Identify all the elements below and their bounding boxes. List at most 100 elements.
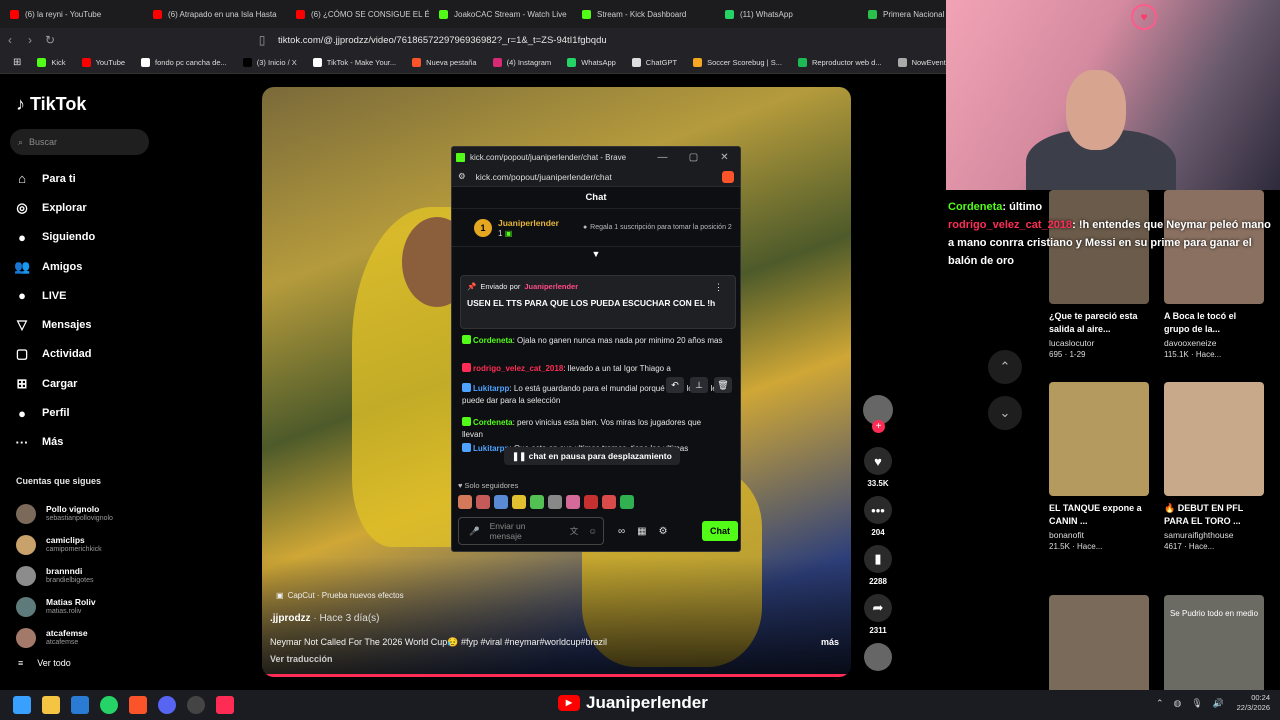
- browser-tab[interactable]: (6) ¿CÓMO SE CONSIGUE EL É: [286, 0, 429, 28]
- save-action[interactable]: ▮ 2288: [862, 545, 894, 586]
- emoji-icon[interactable]: ☺: [588, 526, 597, 536]
- nav-item-cargar[interactable]: ⊞ Cargar: [14, 369, 254, 398]
- nav-item-actividad[interactable]: ▢ Actividad: [14, 340, 254, 369]
- chat-paused-banner[interactable]: ❚❚ chat en pausa para desplazamiento: [504, 447, 680, 465]
- nav-item-siguiendo[interactable]: ● Siguiendo: [14, 223, 254, 252]
- recommended-user[interactable]: lucaslocutor: [1049, 338, 1149, 348]
- bookmark-item[interactable]: Nueva pestaña: [405, 58, 483, 67]
- translate-icon[interactable]: 文: [570, 525, 579, 537]
- emote-icon[interactable]: [530, 495, 544, 509]
- video-author[interactable]: .jjprodzz · Hace 3 día(s): [270, 613, 379, 624]
- clock[interactable]: 00:24 22/3/2026: [1237, 693, 1270, 713]
- apps-icon[interactable]: ⊞: [6, 57, 28, 68]
- tiktok-logo[interactable]: ♪ TikTok: [16, 94, 86, 115]
- browser-tab[interactable]: (6) la reyni - YouTube: [0, 0, 143, 28]
- delete-icon[interactable]: 🗑: [714, 377, 732, 393]
- volume-icon[interactable]: 🔊: [1213, 698, 1224, 709]
- recommended-user[interactable]: davooxeneize: [1164, 338, 1264, 348]
- emote-icon[interactable]: [584, 495, 598, 509]
- tray-arrow-icon[interactable]: ⌃: [1156, 698, 1164, 709]
- reload-icon[interactable]: ↻: [40, 33, 60, 47]
- bookmark-item[interactable]: (3) Inicio / X: [236, 58, 304, 67]
- emote-icon[interactable]: [458, 495, 472, 509]
- browser-tab[interactable]: Stream - Kick Dashboard: [572, 0, 715, 28]
- video-thumbnail[interactable]: [1164, 382, 1264, 496]
- nav-item-amigos[interactable]: 👥 Amigos: [14, 252, 254, 281]
- share-action[interactable]: ➦ 2311: [862, 594, 894, 635]
- browser-tab[interactable]: Primera Nacional -: [858, 0, 946, 28]
- nav-item-para-ti[interactable]: ⌂ Para ti: [14, 164, 254, 193]
- mic-tray-icon[interactable]: 🎙: [1191, 698, 1202, 709]
- pin-message-icon[interactable]: ⊥: [690, 377, 708, 393]
- settings-icon[interactable]: ⚙: [659, 526, 668, 537]
- following-item[interactable]: brannndi brandielbigotes: [16, 560, 246, 591]
- video-thumbnail[interactable]: [1049, 382, 1149, 496]
- send-chat-button[interactable]: Chat: [702, 521, 738, 541]
- infinity-icon[interactable]: ∞: [618, 526, 625, 537]
- emote-icon[interactable]: [602, 495, 616, 509]
- brave-shield-icon[interactable]: [722, 170, 734, 183]
- store-icon[interactable]: ▦: [637, 526, 646, 537]
- tiktok-app-icon[interactable]: [216, 696, 234, 714]
- reply-icon[interactable]: ↶: [666, 377, 684, 393]
- back-icon[interactable]: ‹: [0, 33, 20, 47]
- recommended-video[interactable]: 🔥 DEBUT EN PFL PARA EL TORO ... samuraifi…: [1164, 382, 1264, 551]
- close-icon[interactable]: ✕: [709, 152, 740, 163]
- popup-url[interactable]: kick.com/popout/juaniperlender/chat: [476, 172, 612, 182]
- bookmark-item[interactable]: NowEvents - G: [891, 58, 946, 67]
- creator-avatar[interactable]: +: [863, 395, 893, 433]
- bookmark-item[interactable]: Reproductor web d...: [791, 58, 889, 67]
- sound-disc[interactable]: [864, 643, 892, 671]
- bookmark-item[interactable]: Soccer Scorebug | S...: [686, 58, 789, 67]
- recommended-user[interactable]: bonanofit: [1049, 530, 1149, 540]
- search-input[interactable]: ⌕ Buscar: [10, 129, 149, 155]
- nav-item-mensajes[interactable]: ▽ Mensajes: [14, 310, 254, 339]
- nav-item-perfil[interactable]: ● Perfil: [14, 398, 254, 427]
- maximize-icon[interactable]: ▢: [678, 152, 709, 163]
- site-info-icon[interactable]: ⚙: [458, 171, 466, 182]
- prev-video-icon[interactable]: ⌃: [988, 350, 1022, 384]
- discord-icon[interactable]: [158, 696, 176, 714]
- leader-name[interactable]: Juaniperlender: [498, 218, 559, 229]
- gift-prompt[interactable]: ● Regala 1 suscripción para tomar la posi…: [583, 223, 733, 232]
- following-item[interactable]: Matias Roliv matias.roliv: [16, 591, 246, 622]
- following-item[interactable]: camiclips camipomerichkick: [16, 529, 246, 560]
- app-icon[interactable]: [71, 696, 89, 714]
- save-icon[interactable]: ▮: [864, 545, 892, 573]
- nav-item-live[interactable]: ● LIVE: [14, 281, 254, 310]
- nav-item-más[interactable]: ··· Más: [14, 428, 254, 457]
- capcut-badge[interactable]: ▣ CapCut · Prueba nuevos efectos: [276, 591, 404, 600]
- chat-username[interactable]: Cordeneta: [473, 418, 513, 427]
- bookmark-item[interactable]: ChatGPT: [625, 58, 684, 67]
- share-icon[interactable]: ➦: [864, 594, 892, 622]
- bookmark-item[interactable]: TikTok - Make Your...: [306, 58, 403, 67]
- emote-icon[interactable]: [494, 495, 508, 509]
- emote-icon[interactable]: [566, 495, 580, 509]
- more-link[interactable]: más: [821, 637, 839, 647]
- following-item[interactable]: Pollo vignolo sebastianpollovignolo: [16, 498, 246, 529]
- translate-link[interactable]: Ver traducción: [270, 654, 333, 664]
- minimize-icon[interactable]: —: [647, 152, 678, 163]
- bookmark-item[interactable]: Kick: [30, 58, 72, 67]
- pinned-user[interactable]: Juaniperlender: [524, 282, 578, 291]
- recommended-video[interactable]: EL TANQUE expone a CANIN ... bonanofit 21.…: [1049, 382, 1149, 551]
- bookmark-item[interactable]: (4) Instagram: [486, 58, 559, 67]
- network-icon[interactable]: ◍: [1173, 698, 1181, 709]
- bookmark-icon[interactable]: ▯: [252, 33, 272, 47]
- bookmark-item[interactable]: fondo pc cancha de...: [134, 58, 234, 67]
- chat-username[interactable]: Cordeneta: [473, 336, 513, 345]
- obs-icon[interactable]: [187, 696, 205, 714]
- pinned-menu-icon[interactable]: ⋮: [714, 282, 723, 293]
- next-video-icon[interactable]: ⌄: [988, 396, 1022, 430]
- like-icon[interactable]: ♥: [864, 447, 892, 475]
- address-input[interactable]: tiktok.com/@.jjprodzz/video/761865722979…: [278, 35, 607, 46]
- comment-action[interactable]: ••• 204: [862, 496, 894, 537]
- emote-icon[interactable]: [476, 495, 490, 509]
- whatsapp-icon[interactable]: [100, 696, 118, 714]
- windows-start-icon[interactable]: [13, 696, 31, 714]
- recommended-user[interactable]: samuraifighthouse: [1164, 530, 1264, 540]
- bookmark-item[interactable]: YouTube: [75, 58, 132, 67]
- chat-username[interactable]: rodrigo_velez_cat_2018: [473, 364, 563, 373]
- following-item[interactable]: atcafemse atcafemse: [16, 622, 246, 653]
- emote-icon[interactable]: [620, 495, 634, 509]
